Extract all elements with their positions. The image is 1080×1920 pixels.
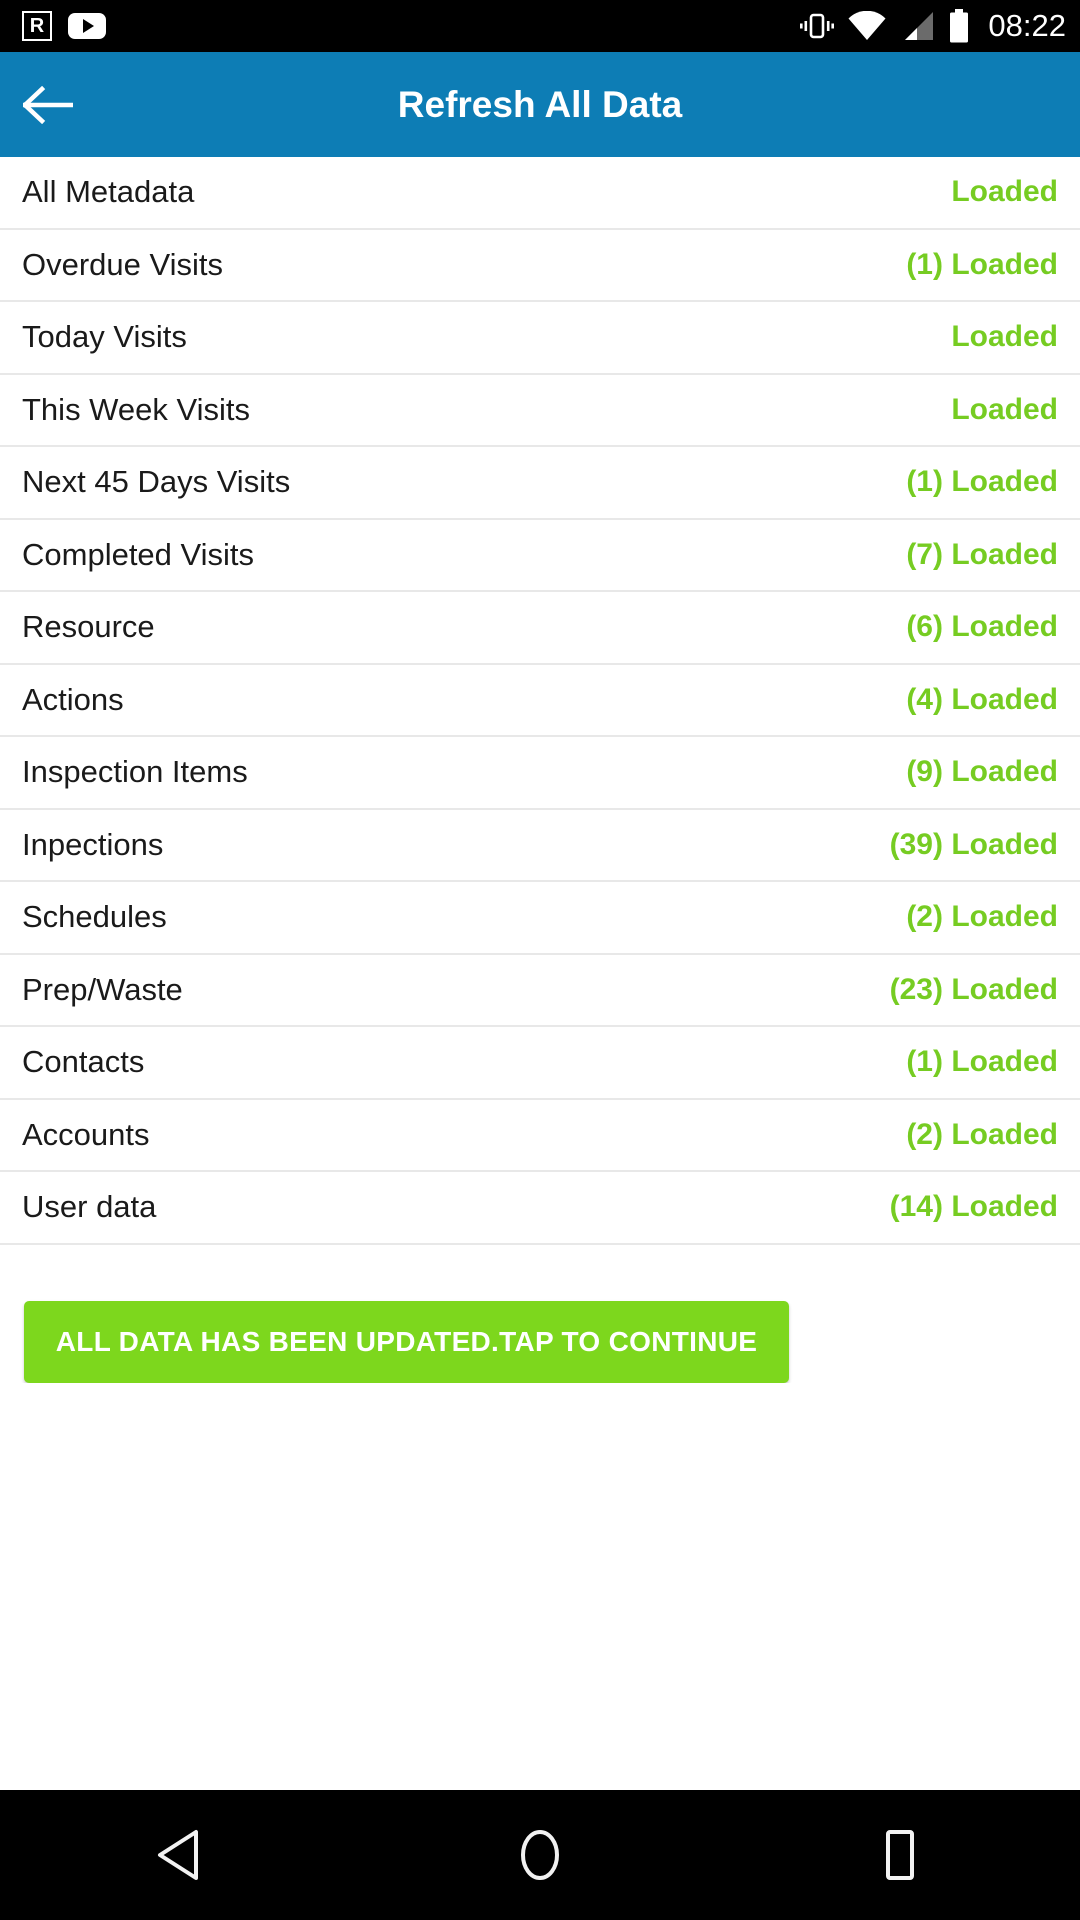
table-row[interactable]: Today Visits Loaded bbox=[0, 302, 1080, 375]
row-label: User data bbox=[22, 1189, 157, 1225]
row-status-text: Loaded bbox=[951, 247, 1058, 281]
row-status-text: Loaded bbox=[951, 537, 1058, 571]
status-bar-clock: 08:22 bbox=[988, 8, 1066, 43]
table-row[interactable]: Prep/Waste (23) Loaded bbox=[0, 954, 1080, 1027]
row-status-text: Loaded bbox=[951, 320, 1058, 354]
row-status-text: Loaded bbox=[951, 1190, 1058, 1224]
row-count: (2) bbox=[906, 1117, 943, 1151]
continue-button[interactable]: ALL DATA HAS BEEN UPDATED.TAP TO CONTINU… bbox=[24, 1300, 789, 1383]
battery-icon bbox=[950, 9, 969, 43]
table-row[interactable]: This Week Visits Loaded bbox=[0, 374, 1080, 447]
row-count: (7) bbox=[906, 537, 943, 571]
row-count: (39) bbox=[889, 827, 943, 861]
wifi-icon bbox=[848, 11, 886, 40]
row-label: All Metadata bbox=[22, 174, 195, 210]
status-badge: (23) Loaded bbox=[890, 973, 1058, 1007]
table-row[interactable]: Actions (4) Loaded bbox=[0, 664, 1080, 737]
table-row[interactable]: Completed Visits (7) Loaded bbox=[0, 519, 1080, 592]
row-label: Overdue Visits bbox=[22, 246, 224, 282]
row-count: (1) bbox=[906, 1045, 943, 1079]
row-label: This Week Visits bbox=[22, 391, 250, 427]
row-count: (23) bbox=[889, 972, 943, 1006]
status-bar-system-icons: 08:22 bbox=[800, 8, 1066, 44]
table-row[interactable]: All Metadata Loaded bbox=[0, 157, 1080, 230]
row-label: Completed Visits bbox=[22, 536, 255, 572]
table-row[interactable]: Inspection Items (9) Loaded bbox=[0, 737, 1080, 810]
android-navigation-bar bbox=[0, 1790, 1080, 1920]
status-badge: (4) Loaded bbox=[906, 683, 1058, 717]
status-badge: Loaded bbox=[951, 320, 1058, 354]
status-badge: (7) Loaded bbox=[906, 538, 1058, 572]
status-badge: (6) Loaded bbox=[906, 610, 1058, 644]
table-row[interactable]: Contacts (1) Loaded bbox=[0, 1027, 1080, 1100]
row-label: Inpections bbox=[22, 826, 164, 862]
row-label: Actions bbox=[22, 681, 124, 717]
row-status-text: Loaded bbox=[951, 900, 1058, 934]
table-row[interactable]: Schedules (2) Loaded bbox=[0, 882, 1080, 955]
row-status-text: Loaded bbox=[951, 1045, 1058, 1079]
row-count: (1) bbox=[906, 465, 943, 499]
refresh-status-list: All Metadata Loaded Overdue Visits (1) Load… bbox=[0, 157, 1080, 1245]
table-row[interactable]: Inpections (39) Loaded bbox=[0, 809, 1080, 882]
signal-icon bbox=[905, 12, 934, 40]
row-status-text: Loaded bbox=[951, 755, 1058, 789]
youtube-icon bbox=[68, 13, 106, 39]
cta-container: ALL DATA HAS BEEN UPDATED.TAP TO CONTINU… bbox=[0, 1245, 1080, 1383]
back-arrow-icon bbox=[23, 85, 73, 124]
row-count: (4) bbox=[906, 682, 943, 716]
row-count: (9) bbox=[906, 755, 943, 789]
row-label: Accounts bbox=[22, 1116, 150, 1152]
status-badge: (1) Loaded bbox=[906, 248, 1058, 282]
row-status-text: Loaded bbox=[951, 972, 1058, 1006]
row-count: (14) bbox=[889, 1190, 943, 1224]
nav-home-button[interactable] bbox=[440, 1790, 640, 1920]
row-label: Prep/Waste bbox=[22, 971, 183, 1007]
row-status-text: Loaded bbox=[951, 610, 1058, 644]
back-button[interactable] bbox=[0, 52, 96, 157]
row-label: Inspection Items bbox=[22, 754, 248, 790]
nav-back-triangle-icon bbox=[158, 1830, 198, 1880]
table-row[interactable]: User data (14) Loaded bbox=[0, 1172, 1080, 1245]
row-status-text: Loaded bbox=[951, 465, 1058, 499]
nav-home-circle-icon bbox=[521, 1830, 559, 1880]
row-label: Schedules bbox=[22, 899, 167, 935]
status-badge: (9) Loaded bbox=[906, 755, 1058, 789]
nav-back-button[interactable] bbox=[80, 1790, 280, 1920]
status-badge: (39) Loaded bbox=[890, 828, 1058, 862]
row-count: (1) bbox=[906, 247, 943, 281]
nav-recents-square-icon bbox=[886, 1830, 914, 1880]
table-row[interactable]: Next 45 Days Visits (1) Loaded bbox=[0, 447, 1080, 520]
status-badge: (2) Loaded bbox=[906, 900, 1058, 934]
status-badge: (1) Loaded bbox=[906, 465, 1058, 499]
status-badge: (2) Loaded bbox=[906, 1118, 1058, 1152]
table-row[interactable]: Resource (6) Loaded bbox=[0, 592, 1080, 665]
row-status-text: Loaded bbox=[951, 682, 1058, 716]
status-bar-notifications: R bbox=[22, 11, 106, 41]
row-label: Next 45 Days Visits bbox=[22, 464, 291, 500]
nav-recents-button[interactable] bbox=[800, 1790, 1000, 1920]
phone-screen: R 08:22 Refresh All Data All Metadata Lo… bbox=[0, 0, 1080, 1920]
boxed-r-icon: R bbox=[22, 11, 52, 41]
vibrate-icon bbox=[800, 13, 835, 39]
row-status-text: Loaded bbox=[951, 1117, 1058, 1151]
status-badge: (14) Loaded bbox=[890, 1190, 1058, 1224]
table-row[interactable]: Accounts (2) Loaded bbox=[0, 1099, 1080, 1172]
row-count: (6) bbox=[906, 610, 943, 644]
status-badge: Loaded bbox=[951, 175, 1058, 209]
row-label: Contacts bbox=[22, 1044, 145, 1080]
app-bar: Refresh All Data bbox=[0, 52, 1080, 157]
table-row[interactable]: Overdue Visits (1) Loaded bbox=[0, 229, 1080, 302]
status-badge: (1) Loaded bbox=[906, 1045, 1058, 1079]
page-title: Refresh All Data bbox=[397, 83, 683, 125]
status-bar: R 08:22 bbox=[0, 0, 1080, 52]
status-badge: Loaded bbox=[951, 393, 1058, 427]
row-label: Resource bbox=[22, 609, 155, 645]
row-label: Today Visits bbox=[22, 319, 187, 355]
row-status-text: Loaded bbox=[951, 827, 1058, 861]
row-status-text: Loaded bbox=[951, 175, 1058, 209]
row-count: (2) bbox=[906, 900, 943, 934]
row-status-text: Loaded bbox=[951, 392, 1058, 426]
